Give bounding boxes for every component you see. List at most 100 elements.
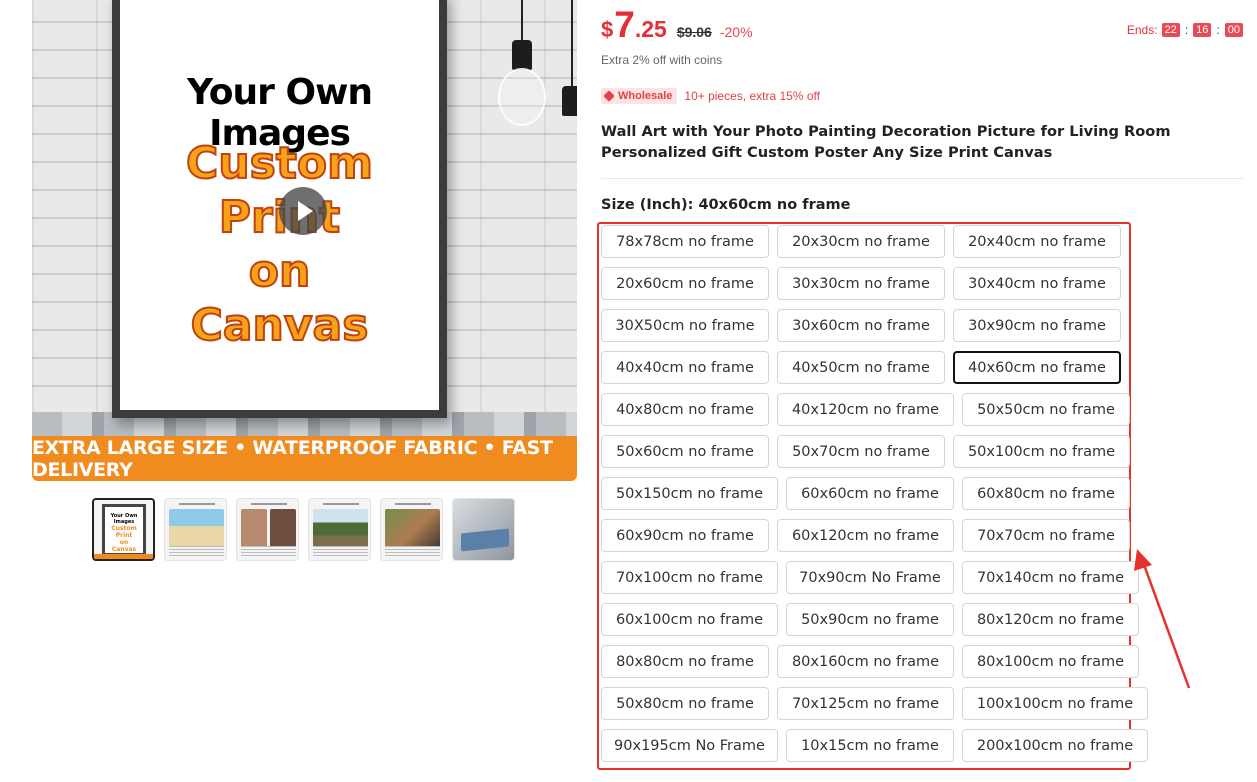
light-bulb (498, 68, 546, 126)
play-icon[interactable] (279, 187, 327, 235)
thumbnail-strip: Your Own Images Custom Print on Canvas (92, 498, 515, 561)
thumbnail-banner (94, 554, 153, 559)
image-text-line: on (248, 245, 312, 298)
thumbnail-caption-line: Custom (111, 525, 137, 532)
size-option[interactable]: 200x100cm no frame (962, 729, 1148, 762)
thumbnail-text-lines (313, 546, 368, 556)
size-option[interactable]: 80x120cm no frame (962, 603, 1139, 636)
size-option[interactable]: 40x60cm no frame (953, 351, 1121, 384)
size-selector-label: Size (Inch): 40x60cm no frame (601, 197, 851, 213)
size-option[interactable]: 80x100cm no frame (962, 645, 1139, 678)
thumbnail-caption: Custom Print on Canvas (105, 525, 143, 553)
landscape-photo (313, 509, 368, 547)
thumbnail-caption (309, 501, 370, 507)
price-integer: 7 (614, 4, 635, 45)
discount-percent: -20% (719, 24, 753, 40)
size-option[interactable]: 50x70cm no frame (777, 435, 945, 468)
lamp-socket (562, 86, 577, 116)
divider (601, 178, 1243, 179)
size-option[interactable]: 70x90cm No Frame (786, 561, 954, 594)
thumbnail-caption (165, 501, 226, 507)
thumbnail-caption (381, 501, 442, 507)
main-product-image[interactable]: Your Own Images Custom Print on Canvas E… (32, 0, 577, 481)
size-option[interactable]: 80x160cm no frame (777, 645, 954, 678)
coins-discount-text: Extra 2% off with coins (601, 53, 723, 67)
countdown-minutes: 16 (1193, 23, 1212, 37)
countdown-separator: : (1184, 23, 1189, 37)
size-option[interactable]: 70x70cm no frame (962, 519, 1130, 552)
price-currency: $ (601, 17, 614, 42)
thumbnail-heading: Your Own Images (110, 513, 138, 525)
size-option[interactable]: 70x140cm no frame (962, 561, 1139, 594)
original-price: $9.06 (676, 24, 712, 40)
size-option[interactable]: 40x50cm no frame (777, 351, 945, 384)
wholesale-badge: Wholesale (601, 88, 678, 104)
size-option[interactable]: 50x80cm no frame (601, 687, 769, 720)
image-text-line: Canvas (190, 299, 370, 352)
thumbnail-image: Your Own Images Custom Print on Canvas (102, 504, 146, 556)
thumbnail[interactable] (380, 498, 443, 561)
thumbnail-caption-line: Canvas (111, 546, 137, 553)
lamp-socket (512, 40, 532, 70)
size-option[interactable]: 50x50cm no frame (962, 393, 1130, 426)
image-text-line: Custom (185, 137, 374, 190)
size-option[interactable]: 100x100cm no frame (962, 687, 1148, 720)
size-option[interactable]: 30X50cm no frame (601, 309, 769, 342)
lamp-cord (521, 0, 523, 40)
countdown-hours: 22 (1161, 23, 1180, 37)
size-option[interactable]: 60x80cm no frame (962, 477, 1130, 510)
couple-photo (241, 509, 267, 547)
size-option[interactable]: 20x30cm no frame (777, 225, 945, 258)
thumbnail-text-lines (169, 546, 224, 556)
size-option[interactable]: 10x15cm no frame (786, 729, 954, 762)
size-option[interactable]: 80x80cm no frame (601, 645, 769, 678)
size-option[interactable]: 60x100cm no frame (601, 603, 778, 636)
size-option[interactable]: 70x100cm no frame (601, 561, 778, 594)
size-option[interactable]: 50x100cm no frame (953, 435, 1130, 468)
beach-photo (169, 509, 224, 547)
thumbnail[interactable] (308, 498, 371, 561)
fabric-photo (461, 528, 509, 552)
thumbnail[interactable] (236, 498, 299, 561)
countdown-label: Ends: (1126, 23, 1158, 37)
thumbnail-caption (237, 501, 298, 507)
size-option[interactable]: 50x90cm no frame (786, 603, 954, 636)
size-option[interactable]: 60x90cm no frame (601, 519, 769, 552)
size-option[interactable]: 40x40cm no frame (601, 351, 769, 384)
wholesale-badge-label: Wholesale (618, 90, 673, 102)
tag-icon (603, 90, 615, 102)
sale-countdown: Ends: 22 : 16 : 00 (1127, 23, 1243, 37)
lamp-cord (571, 0, 573, 88)
size-option[interactable]: 20x40cm no frame (953, 225, 1121, 258)
size-option[interactable]: 30x90cm no frame (953, 309, 1121, 342)
size-option[interactable]: 30x60cm no frame (777, 309, 945, 342)
size-option[interactable]: 90x195cm No Frame (601, 729, 778, 762)
size-option[interactable]: 78x78cm no frame (601, 225, 769, 258)
size-option[interactable]: 40x80cm no frame (601, 393, 769, 426)
size-option[interactable]: 70x125cm no frame (777, 687, 954, 720)
countdown-seconds: 00 (1224, 23, 1243, 37)
size-option[interactable]: 50x150cm no frame (601, 477, 778, 510)
thumbnail[interactable] (452, 498, 515, 561)
wholesale-offer: Wholesale 10+ pieces, extra 15% off (601, 88, 820, 104)
countdown-separator: : (1216, 23, 1220, 37)
annotation-arrow-shaft (1141, 561, 1191, 689)
size-option[interactable]: 40x120cm no frame (777, 393, 954, 426)
size-option[interactable]: 60x60cm no frame (786, 477, 954, 510)
product-title: Wall Art with Your Photo Painting Decora… (601, 123, 1171, 161)
thumbnail[interactable] (164, 498, 227, 561)
thumbnail-text-lines (385, 546, 440, 556)
size-option[interactable]: 30x40cm no frame (953, 267, 1121, 300)
size-option[interactable]: 30x30cm no frame (777, 267, 945, 300)
couple-photo (270, 509, 296, 547)
family-photo (385, 509, 440, 547)
price: $ 7 .25 $9.06 -20% (601, 4, 753, 46)
size-option[interactable]: 60x120cm no frame (777, 519, 954, 552)
thumbnail-text-lines (241, 546, 296, 556)
thumbnail[interactable]: Your Own Images Custom Print on Canvas (92, 498, 155, 561)
size-option[interactable]: 20x60cm no frame (601, 267, 769, 300)
price-decimal: .25 (634, 16, 667, 42)
thumbnail-caption-line: Print (115, 532, 133, 539)
wholesale-text: 10+ pieces, extra 15% off (684, 89, 820, 103)
size-option[interactable]: 50x60cm no frame (601, 435, 769, 468)
